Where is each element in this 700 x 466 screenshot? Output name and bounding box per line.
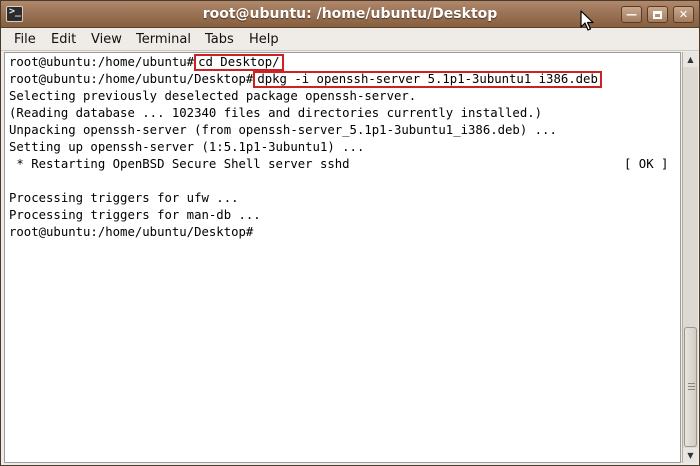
scroll-down-button[interactable]: ▼	[683, 448, 698, 463]
maximize-button[interactable]	[647, 6, 668, 23]
grip-line	[688, 383, 695, 384]
scroll-up-button[interactable]: ▲	[683, 52, 698, 67]
close-button[interactable]: ✕	[673, 6, 694, 23]
terminal-line: root@ubuntu:/home/ubuntu/Desktop# dpkg -i…	[9, 71, 602, 88]
menu-file[interactable]: File	[12, 31, 38, 48]
terminal-line: Unpacking openssh-server (from openssh-s…	[9, 123, 557, 137]
minimize-button[interactable]: —	[621, 6, 642, 23]
terminal-line: root@ubuntu:/home/ubuntu# cd Desktop/	[9, 54, 284, 71]
terminal-line: root@ubuntu:/home/ubuntu/Desktop#	[9, 225, 254, 239]
terminal-line: Processing triggers for ufw ...	[9, 191, 239, 205]
close-icon: ✕	[678, 8, 689, 21]
menu-bar: File Edit View Terminal Tabs Help	[1, 29, 699, 51]
menu-help[interactable]: Help	[247, 31, 281, 48]
shell-prompt: root@ubuntu:/home/ubuntu#	[9, 55, 195, 69]
highlighted-command: dpkg -i openssh-server 5.1p1-3ubuntu1 i3…	[253, 71, 602, 88]
arrow-up-icon: ▲	[687, 55, 694, 64]
grip-line	[688, 386, 695, 387]
menu-edit[interactable]: Edit	[49, 31, 78, 48]
menu-tabs[interactable]: Tabs	[203, 31, 236, 48]
menu-terminal[interactable]: Terminal	[134, 31, 193, 48]
terminal-line: Setting up openssh-server (1:5.1p1-3ubun…	[9, 140, 365, 154]
shell-prompt: root@ubuntu:/home/ubuntu/Desktop#	[9, 72, 254, 86]
grip-line	[688, 389, 695, 390]
arrow-down-icon: ▼	[687, 451, 694, 460]
menu-view[interactable]: View	[89, 31, 124, 48]
terminal-window: >_ root@ubuntu: /home/ubuntu/Desktop — ✕…	[0, 0, 700, 466]
highlighted-command: cd Desktop/	[194, 54, 284, 71]
mouse-pointer-icon	[580, 10, 594, 31]
minimize-icon: —	[626, 8, 637, 21]
terminal-line: (Reading database ... 102340 files and d…	[9, 106, 543, 120]
terminal-line: Processing triggers for man-db ...	[9, 208, 261, 222]
maximize-icon	[653, 11, 662, 19]
terminal-line: * Restarting OpenBSD Secure Shell server…	[9, 157, 350, 171]
vertical-scrollbar[interactable]: ▲ ▼	[682, 52, 698, 463]
scrollbar-thumb[interactable]	[684, 327, 697, 447]
terminal-line: Selecting previously deselected package …	[9, 89, 417, 103]
status-ok: [ OK ]	[624, 157, 669, 171]
terminal-output[interactable]: root@ubuntu:/home/ubuntu# cd Desktop/ roo…	[4, 52, 681, 463]
